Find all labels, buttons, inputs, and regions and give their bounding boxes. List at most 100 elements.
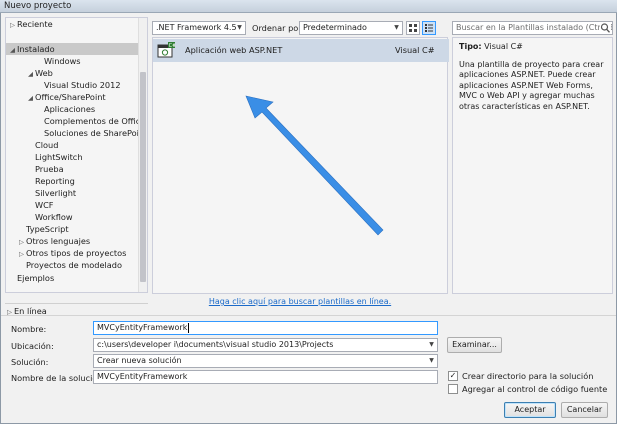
title-bar: Nuevo proyecto — [0, 0, 617, 13]
tree-item[interactable]: Prueba — [6, 163, 140, 175]
framework-value: .NET Framework 4.5 — [156, 23, 237, 32]
tree-item[interactable]: ◢ Office/SharePoint — [6, 91, 140, 103]
template-details-pane: Tipo: Visual C# Una plantilla de proyect… — [452, 37, 613, 294]
type-value: Visual C# — [484, 42, 523, 51]
tree-item-label: Soluciones de SharePoint — [44, 128, 148, 138]
tree-item-label: Instalado — [17, 44, 55, 54]
search-icon[interactable] — [600, 22, 611, 34]
tree-item[interactable]: Silverlight — [6, 187, 140, 199]
tree-item[interactable]: Soluciones de SharePoint — [6, 127, 147, 139]
chevron-down-icon: ▼ — [237, 24, 242, 31]
source-control-checkbox[interactable] — [448, 384, 458, 394]
tree-item[interactable]: LightSwitch — [6, 151, 140, 163]
expand-arrow-icon[interactable]: ▷ — [8, 19, 17, 31]
type-label: Tipo: — [459, 42, 482, 51]
solution-value: Crear nueva solución — [97, 356, 182, 365]
tree-item-label: Office/SharePoint — [35, 92, 106, 102]
sort-label: Ordenar por: — [252, 23, 305, 33]
tree-item[interactable]: Ejemplos — [6, 272, 140, 284]
solution-name-input[interactable]: MVCyEntityFramework — [93, 370, 438, 384]
tree-item-label: Web — [35, 68, 53, 78]
tree-scrollbar-thumb[interactable] — [140, 72, 146, 282]
cancel-button[interactable]: Cancelar — [561, 402, 608, 418]
divider — [1, 315, 616, 316]
text-caret — [188, 322, 190, 333]
chevron-down-icon: ▼ — [429, 341, 434, 348]
solution-name-label: Nombre de la solución: — [11, 373, 106, 383]
chevron-down-icon: ▼ — [429, 357, 434, 364]
project-name-input[interactable]: MVCyEntityFramework — [93, 321, 438, 335]
location-value: c:\users\developer i\documents\visual st… — [97, 340, 334, 349]
list-view-icon — [425, 24, 433, 32]
location-label: Ubicación: — [11, 341, 54, 351]
tree-item-label: Visual Studio 2012 — [44, 80, 121, 90]
solution-name-value: MVCyEntityFramework — [97, 372, 188, 381]
tree-item[interactable]: Visual Studio 2012 — [6, 79, 140, 91]
grid-view-button[interactable] — [406, 21, 420, 35]
tree-item[interactable]: Reporting — [6, 175, 140, 187]
template-type: Tipo: Visual C# — [459, 42, 606, 53]
name-label: Nombre: — [11, 324, 47, 334]
tree-item[interactable]: Complementos de Office — [6, 115, 145, 127]
create-directory-label: Crear directorio para la solución — [462, 371, 594, 381]
tree-item-label: Cloud — [35, 140, 59, 150]
blue-arrow-annotation — [245, 95, 384, 236]
tree-item-label: Silverlight — [35, 188, 77, 198]
tree-item-label: WCF — [35, 200, 54, 210]
list-view-button[interactable] — [422, 21, 436, 35]
tree-item[interactable]: WCF — [6, 199, 140, 211]
expand-arrow-icon[interactable]: ▷ — [17, 236, 26, 248]
source-control-label: Agregar al control de código fuente — [462, 384, 608, 394]
tree-item-label: Windows — [44, 56, 81, 66]
tree-scrollbar[interactable] — [138, 18, 147, 292]
tree-item[interactable]: Windows — [6, 55, 140, 67]
browse-button[interactable]: Examinar... — [447, 337, 502, 353]
template-description: Una plantilla de proyecto para crear apl… — [459, 59, 604, 111]
tree-item-label: TypeScript — [26, 224, 69, 234]
tree-item-label: Workflow — [35, 212, 73, 222]
tree-item[interactable]: ▷ Otros lenguajes — [6, 235, 140, 247]
search-online-link[interactable]: Haga clic aquí para buscar plantillas en… — [152, 297, 448, 306]
tree-item-label: LightSwitch — [35, 152, 83, 162]
chevron-down-icon: ▼ — [394, 24, 399, 31]
tree-item[interactable]: Cloud — [6, 139, 140, 151]
tree-item-label: Complementos de Office — [44, 116, 146, 126]
expand-arrow-icon[interactable]: ▷ — [17, 248, 26, 260]
search-placeholder: Buscar en la Plantillas instalado (Ctrl+… — [456, 23, 613, 32]
expand-arrow-icon[interactable]: ◢ — [8, 44, 17, 56]
location-input[interactable]: c:\users\developer i\documents\visual st… — [93, 338, 438, 352]
tree-item[interactable]: ◢ Web — [6, 67, 140, 79]
new-project-dialog: Ejemplos Proyectos de modelado ▷ Otros tipo… — [0, 13, 617, 424]
window-title: Nuevo proyecto — [4, 1, 72, 11]
tree-item[interactable]: Workflow — [6, 211, 140, 223]
tree-item-label: Otros tipos de proyectos — [26, 248, 127, 258]
ok-button[interactable]: Aceptar — [504, 402, 556, 418]
expand-arrow-icon[interactable]: ◢ — [26, 68, 35, 80]
tree-item[interactable]: ▷ Otros tipos de proyectos — [6, 247, 140, 259]
tree-item-label: Ejemplos — [17, 273, 55, 283]
checkmark-icon: ✓ — [449, 371, 457, 380]
create-directory-checkbox[interactable]: ✓ — [448, 371, 458, 381]
project-name-value: MVCyEntityFramework — [97, 323, 188, 332]
sort-select[interactable]: Predeterminado ▼ — [299, 21, 403, 35]
tree-item-label: Reporting — [35, 176, 75, 186]
template-search-input[interactable]: Buscar en la Plantillas instalado (Ctrl+… — [452, 21, 613, 35]
tree-item[interactable]: ◢ Instalado — [6, 43, 147, 56]
tree-item[interactable]: Proyectos de modelado — [6, 259, 140, 271]
tree-item[interactable]: ▷ Reciente — [6, 18, 140, 30]
template-category-tree[interactable]: Ejemplos Proyectos de modelado ▷ Otros tipo… — [5, 17, 148, 293]
tree-item-label: Reciente — [17, 19, 53, 29]
tree-item-label: Aplicaciones — [44, 104, 96, 114]
tree-item-label: Prueba — [35, 164, 64, 174]
sort-value: Predeterminado — [303, 23, 367, 32]
tree-item[interactable]: Aplicaciones — [6, 103, 140, 115]
solution-select[interactable]: Crear nueva solución ▼ — [93, 354, 438, 368]
expand-arrow-icon[interactable]: ▷ — [5, 305, 14, 319]
grid-view-icon — [409, 24, 417, 32]
solution-label: Solución: — [11, 357, 49, 367]
tree-item[interactable]: TypeScript — [6, 223, 140, 235]
tree-item-label: Proyectos de modelado — [26, 260, 123, 270]
expand-arrow-icon[interactable]: ◢ — [26, 92, 35, 104]
framework-select[interactable]: .NET Framework 4.5 ▼ — [152, 21, 246, 35]
tree-item-label: Otros lenguajes — [26, 236, 91, 246]
